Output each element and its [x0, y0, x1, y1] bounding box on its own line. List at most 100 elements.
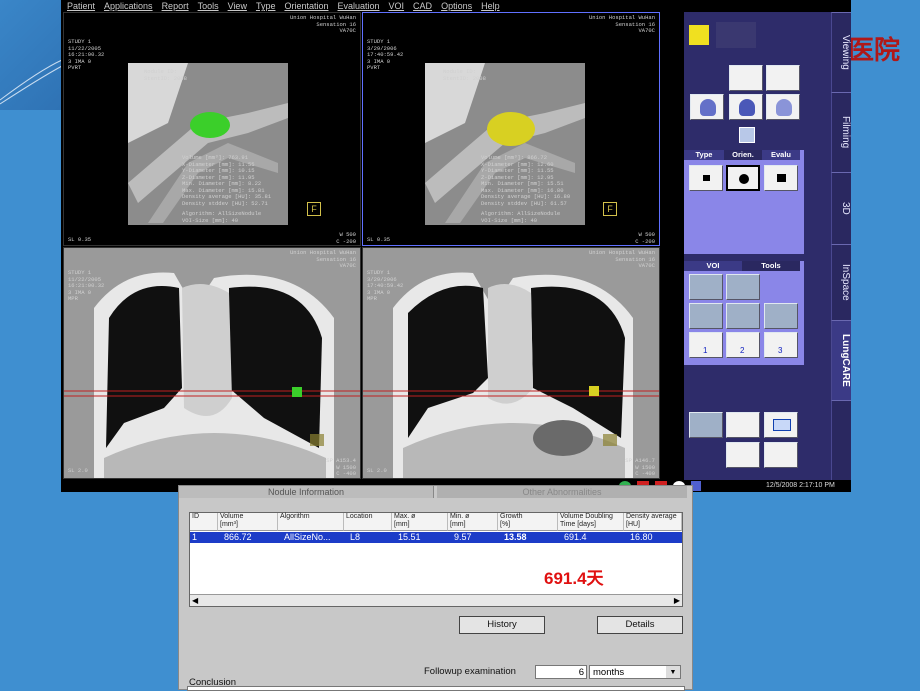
lung-right-icon[interactable] — [766, 94, 800, 120]
cell-max-diameter: 15.51 — [398, 532, 421, 542]
study-info: STUDY 1 11/22/2005 16:21:00.32 3 IMA 0 P… — [68, 38, 105, 71]
tab-other-abnormalities[interactable]: Other Abnormalities — [437, 486, 687, 498]
conclusion-field[interactable] — [187, 686, 685, 691]
nodule-green — [190, 112, 230, 138]
lung-both-icon[interactable] — [729, 94, 763, 120]
menu-voi[interactable]: VOI — [389, 1, 405, 11]
tab-viewing[interactable]: Viewing — [831, 12, 851, 92]
followup-unit-select[interactable]: months ▼ — [589, 665, 681, 679]
slice-thickness: SL 0.35 — [68, 236, 92, 243]
viewport-mpr-followup[interactable]: STUDY 1 3/29/2006 17:40:59.42 3 IMA 0 MP… — [362, 247, 660, 479]
tab-filming[interactable]: Filming — [831, 92, 851, 172]
tab-type[interactable]: Type — [684, 150, 724, 160]
tab-3d[interactable]: 3D — [831, 172, 851, 244]
light-1-button[interactable]: 1 — [689, 332, 723, 358]
export-grid-button[interactable] — [726, 412, 760, 438]
line-tool-button[interactable] — [726, 274, 760, 300]
menu-patient[interactable]: Patient — [67, 1, 95, 11]
transfer-button[interactable] — [689, 412, 723, 438]
col-growth[interactable]: Growth [%] — [498, 513, 558, 531]
col-max-diameter[interactable]: Max. ø [mm] — [392, 513, 448, 531]
menu-cad[interactable]: CAD — [413, 1, 432, 11]
tab-inspace[interactable]: InSpace — [831, 244, 851, 320]
menu-applications[interactable]: Applications — [104, 1, 153, 11]
tab-evaluation[interactable]: Evalu — [762, 150, 800, 160]
cell-location: L8 — [350, 532, 361, 542]
download-icon[interactable] — [739, 127, 755, 143]
tab-voi[interactable]: VOI — [684, 261, 742, 271]
voi-tools-panel: VOI Tools 1 2 3 — [684, 261, 804, 365]
col-algorithm[interactable]: Algorithm — [278, 513, 344, 531]
cell-growth: 13.58 — [504, 532, 527, 542]
chart-tool-button[interactable] — [689, 274, 723, 300]
cell-min-diameter: 9.57 — [454, 532, 472, 542]
nodule-label: Nodule ID: StentID: 2008 — [144, 68, 187, 82]
slice-thickness: SL 0.35 — [367, 236, 391, 243]
col-location[interactable]: Location — [344, 513, 392, 531]
film-marker[interactable]: F — [307, 202, 321, 216]
followup-label: Followup examination — [424, 666, 516, 677]
light-2-button[interactable]: 2 — [726, 332, 760, 358]
cell-density: 16.80 — [630, 532, 653, 542]
folder-icon[interactable] — [689, 25, 709, 45]
mail-icon[interactable] — [764, 412, 798, 438]
col-min-diameter[interactable]: Min. ø [mm] — [448, 513, 498, 531]
nodule-yellow — [487, 112, 535, 146]
display-mode-3-button[interactable] — [764, 165, 798, 191]
crosshair-tool-button[interactable] — [764, 303, 798, 329]
lung-left-icon[interactable] — [690, 94, 724, 120]
film-marker[interactable]: F — [603, 202, 617, 216]
menu-tools[interactable]: Tools — [198, 1, 219, 11]
cell-algorithm: AllSizeNo... — [284, 532, 331, 542]
details-button[interactable]: Details — [597, 616, 683, 634]
search-icon[interactable] — [726, 442, 760, 468]
tab-lungcare[interactable]: LungCARE — [831, 320, 851, 400]
window-level: SP A146.7 W 1500 C -400 — [625, 457, 655, 477]
status-datetime: 12/5/2008 2:17:10 PM — [766, 482, 835, 489]
menu-report[interactable]: Report — [162, 1, 189, 11]
nodule-table: ID Volume [mm³] Algorithm Location Max. … — [189, 512, 683, 607]
table-row[interactable] — [190, 532, 682, 543]
col-volume[interactable]: Volume [mm³] — [218, 513, 278, 531]
nodule-label: Nodule ID: StentID: 2008 — [443, 68, 486, 82]
scroll-left-icon[interactable]: ◀ — [192, 596, 198, 605]
algorithm-info: Algorithm: AllSizeNodule VOI-Size [mm]: … — [481, 210, 561, 224]
menu-evaluation[interactable]: Evaluation — [338, 1, 380, 11]
hospital-info: Union Hospital WuHan Sensation 16 VA70C — [588, 249, 655, 269]
lesion-tool-button[interactable] — [689, 303, 723, 329]
menu-orientation[interactable]: Orientation — [284, 1, 328, 11]
col-id[interactable]: ID — [190, 513, 218, 531]
slice-thickness: SL 2.0 — [68, 467, 88, 474]
window-level: W 500 C -200 — [336, 231, 356, 245]
algorithm-info: Algorithm: AllSizeNodule VOI-Size [mm]: … — [182, 210, 262, 224]
menu-options[interactable]: Options — [441, 1, 472, 11]
nodule-info-dialog: Nodule Information Other Abnormalities I… — [178, 485, 693, 691]
layout-2x2-alt-button[interactable] — [766, 65, 800, 91]
followup-input[interactable]: 6 — [535, 665, 587, 679]
display-mode-2-button[interactable] — [726, 165, 760, 191]
save-icon[interactable] — [764, 442, 798, 468]
col-density[interactable]: Density average [HU] — [624, 513, 682, 531]
menu-type[interactable]: Type — [256, 1, 276, 11]
cell-volume: 866.72 — [224, 532, 252, 542]
display-mode-1-button[interactable] — [689, 165, 723, 191]
chevron-down-icon[interactable]: ▼ — [666, 666, 680, 678]
horizontal-scrollbar[interactable]: ◀ ▶ — [190, 594, 682, 606]
history-button[interactable]: History — [459, 616, 545, 634]
viewport-3d-baseline[interactable]: STUDY 1 11/22/2005 16:21:00.32 3 IMA 0 P… — [63, 12, 361, 246]
tab-orientation[interactable]: Orien. — [724, 150, 762, 160]
hospital-info: Union Hospital WuHan Sensation 16 VA70C — [289, 249, 356, 269]
lesion-edit-button[interactable] — [726, 303, 760, 329]
tab-tools[interactable]: Tools — [742, 261, 800, 271]
light-3-button[interactable]: 3 — [764, 332, 798, 358]
coronal-ct-image — [363, 248, 659, 478]
scroll-right-icon[interactable]: ▶ — [674, 596, 680, 605]
study-info: STUDY 1 3/29/2006 17:40:59.42 3 IMA 0 PV… — [367, 38, 404, 71]
menu-view[interactable]: View — [228, 1, 247, 11]
viewport-mpr-baseline[interactable]: STUDY 1 11/22/2005 16:21:00.32 3 IMA 0 M… — [63, 247, 361, 479]
tab-nodule-information[interactable]: Nodule Information — [179, 486, 434, 498]
col-doubling-time[interactable]: Volume Doubling Time [days] — [558, 513, 624, 531]
viewport-3d-followup[interactable]: STUDY 1 3/29/2006 17:40:59.42 3 IMA 0 PV… — [362, 12, 660, 246]
layout-2x2-button[interactable] — [729, 65, 763, 91]
menu-help[interactable]: Help — [481, 1, 500, 11]
